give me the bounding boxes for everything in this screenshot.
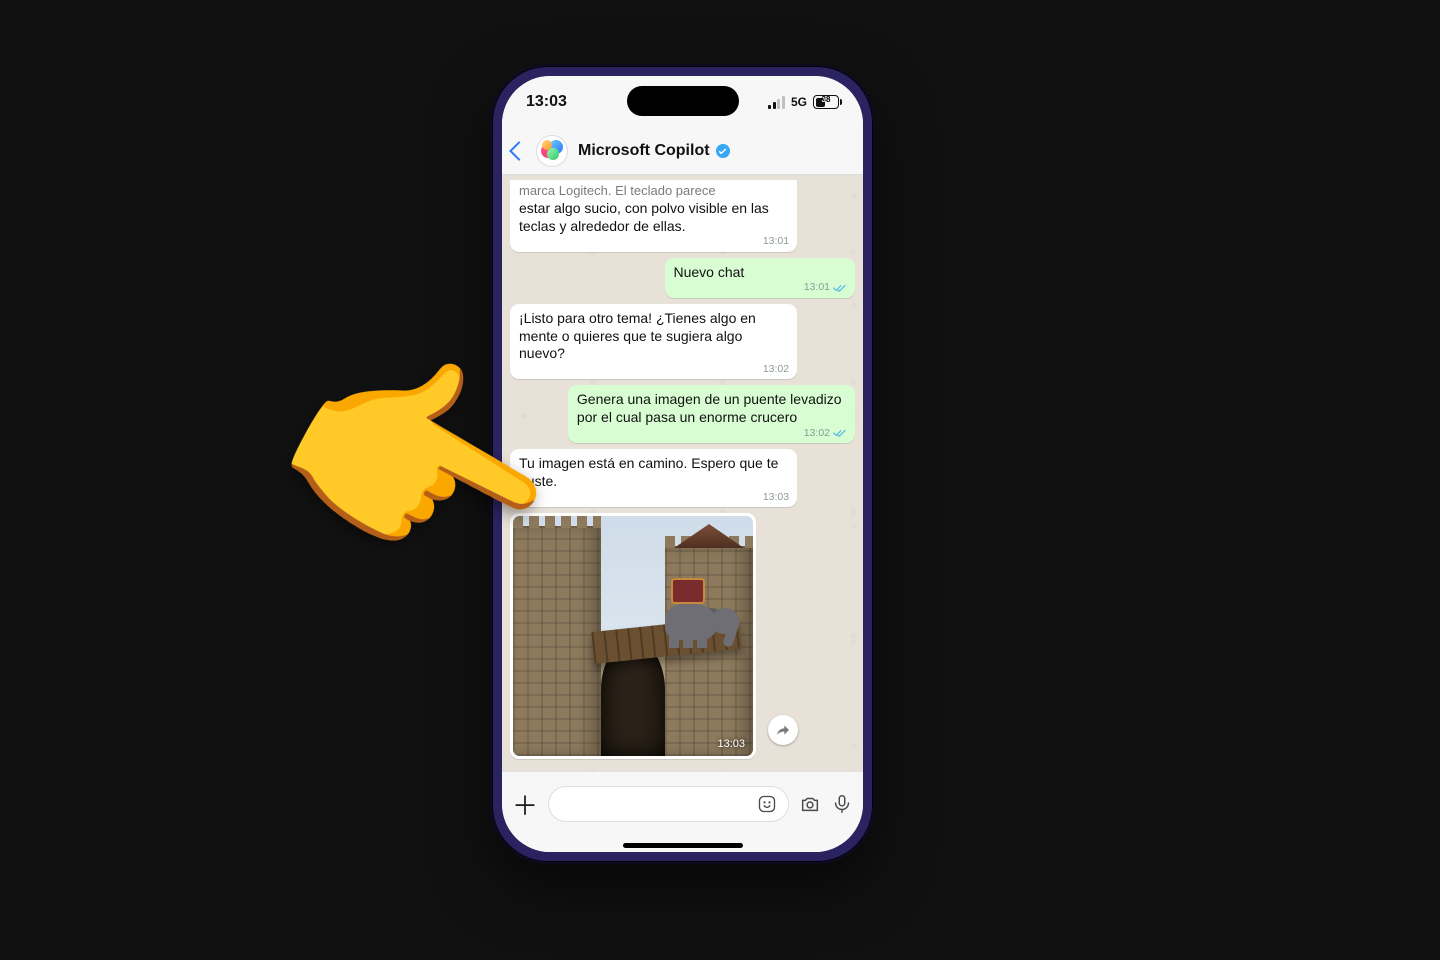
dynamic-island xyxy=(627,86,739,116)
input-bar: ＋ xyxy=(502,771,863,852)
message-text: Genera una imagen de un puente levadizo … xyxy=(577,391,842,425)
chat-title-text: Microsoft Copilot xyxy=(578,142,710,160)
microphone-icon[interactable] xyxy=(831,793,853,815)
attach-button[interactable]: ＋ xyxy=(512,786,538,823)
image-message[interactable]: 13:03 xyxy=(510,513,756,759)
message-time: 13:03 xyxy=(763,491,789,504)
message-in[interactable]: ¡Listo para otro tema! ¿Tienes algo en m… xyxy=(510,304,797,380)
sticker-icon[interactable] xyxy=(756,793,778,815)
read-check-icon xyxy=(833,283,847,293)
back-icon[interactable] xyxy=(509,141,529,161)
message-time: 13:02 xyxy=(804,427,830,440)
message-text: Nuevo chat xyxy=(674,264,745,280)
message-text: ¡Listo para otro tema! ¿Tienes algo en m… xyxy=(519,310,756,362)
forward-button[interactable] xyxy=(768,715,798,745)
camera-icon[interactable] xyxy=(799,793,821,815)
message-input[interactable] xyxy=(548,786,789,822)
avatar[interactable] xyxy=(536,135,568,167)
message-time: 13:02 xyxy=(763,363,789,376)
read-check-icon xyxy=(833,428,847,438)
battery-icon: 38 xyxy=(813,95,839,109)
chat-title[interactable]: Microsoft Copilot xyxy=(578,142,730,160)
signal-icon xyxy=(768,96,785,109)
chat-header: Microsoft Copilot xyxy=(502,128,863,175)
message-in[interactable]: marca Logitech. El teclado parece estar … xyxy=(510,180,797,252)
stage: 13:03 5G 38 xyxy=(0,0,1440,960)
verified-badge-icon xyxy=(716,144,730,158)
status-time: 13:03 xyxy=(526,93,567,111)
image-time: 13:03 xyxy=(717,738,745,750)
message-text: marca Logitech. El teclado parece xyxy=(519,183,716,198)
generated-image[interactable]: 13:03 xyxy=(513,516,753,756)
message-out[interactable]: Nuevo chat 13:01 xyxy=(665,258,856,298)
home-indicator[interactable] xyxy=(623,843,743,848)
message-text: estar algo sucio, con polvo visible en l… xyxy=(519,200,769,234)
network-label: 5G xyxy=(791,95,807,109)
message-time: 13:01 xyxy=(804,281,830,294)
battery-percent: 38 xyxy=(814,95,838,104)
message-time: 13:01 xyxy=(763,235,789,248)
message-out[interactable]: Genera una imagen de un puente levadizo … xyxy=(568,385,855,443)
